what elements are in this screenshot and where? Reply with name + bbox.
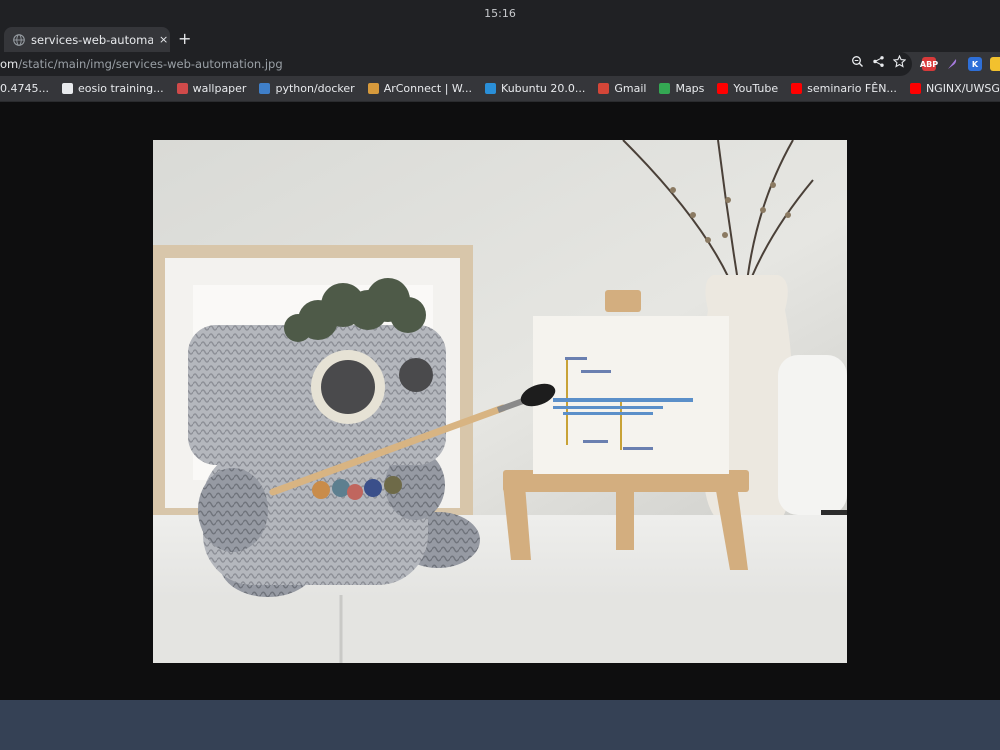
- share-icon[interactable]: [872, 55, 885, 68]
- bookmark-label: Kubuntu 20.0...: [501, 82, 586, 95]
- globe-icon: [13, 33, 25, 46]
- url-text[interactable]: om/static/main/img/services-web-automati…: [0, 57, 283, 71]
- tab-title: services-web-automation.jpg: [31, 32, 153, 47]
- bookmark-item[interactable]: Maps: [659, 82, 704, 95]
- tab-active[interactable]: services-web-automation.jpg ×: [4, 27, 170, 52]
- tab-close-button[interactable]: ×: [159, 33, 168, 46]
- bookmark-label: YouTube: [733, 82, 779, 95]
- bookmark-star-icon[interactable]: [893, 55, 906, 68]
- tab-strip: services-web-automation.jpg × +: [0, 26, 1000, 52]
- zoom-icon[interactable]: [851, 55, 864, 68]
- bookmark-label: wallpaper: [192, 82, 247, 95]
- url-domain: om: [0, 57, 19, 71]
- bookmark-item[interactable]: Gmail: [598, 82, 646, 95]
- bookmark-favicon-icon: [176, 83, 188, 94]
- bookmark-favicon-icon: [367, 83, 379, 94]
- taskbar: [0, 700, 1000, 750]
- bookmark-label: Maps: [675, 82, 705, 95]
- bookmark-item[interactable]: wallpaper: [176, 82, 247, 95]
- bookmark-item[interactable]: eosio training...: [61, 82, 164, 95]
- bookmark-item[interactable]: seminario FÊN...: [791, 82, 897, 95]
- bookmark-label: eosio training...: [77, 82, 164, 95]
- k-extension-icon[interactable]: K: [968, 57, 982, 71]
- bookmark-item[interactable]: YouTube: [717, 82, 778, 95]
- bookmark-favicon-icon: [659, 83, 671, 94]
- bookmark-favicon-icon: [909, 83, 921, 94]
- crochet-robot-painting-image: [153, 140, 847, 663]
- feather-extension-icon[interactable]: [945, 57, 959, 71]
- bookmark-favicon-icon: [791, 83, 803, 94]
- clock: 15:16: [484, 6, 516, 20]
- bookmark-favicon-icon: [61, 83, 73, 94]
- bookmark-label: NGINX/UWSGI...: [925, 82, 1000, 95]
- bookmark-item[interactable]: 0.4745...: [0, 82, 49, 95]
- bookmark-favicon-icon: [259, 83, 271, 94]
- bookmark-favicon-icon: [717, 83, 729, 94]
- browser-toolbar: om/static/main/img/services-web-automati…: [0, 52, 1000, 76]
- adblock-extension-icon[interactable]: ABP: [920, 57, 938, 71]
- bookmark-label: ArConnect | W...: [383, 82, 473, 95]
- bookmark-label: python/docker: [275, 82, 355, 95]
- displayed-image: [153, 140, 847, 663]
- yellow-extension-icon[interactable]: [990, 57, 1000, 71]
- system-top-bar: 15:16: [0, 0, 1000, 26]
- address-bar[interactable]: om/static/main/img/services-web-automati…: [0, 52, 912, 76]
- bookmark-label: 0.4745...: [0, 82, 49, 95]
- bookmark-item[interactable]: python/docker: [259, 82, 355, 95]
- bookmarks-bar: 0.4745... eosio training... wallpaper pytho…: [0, 76, 1000, 102]
- bookmark-label: Gmail: [614, 82, 647, 95]
- bookmark-label: seminario FÊN...: [807, 82, 897, 95]
- bookmark-item[interactable]: ArConnect | W...: [367, 82, 473, 95]
- bookmark-item[interactable]: Kubuntu 20.0...: [485, 82, 585, 95]
- bookmark-item[interactable]: NGINX/UWSGI...: [909, 82, 1000, 95]
- url-path: /static/main/img/services-web-automation…: [18, 57, 283, 71]
- bookmark-favicon-icon: [485, 83, 497, 94]
- bookmark-favicon-icon: [598, 83, 610, 94]
- new-tab-button[interactable]: +: [178, 29, 191, 48]
